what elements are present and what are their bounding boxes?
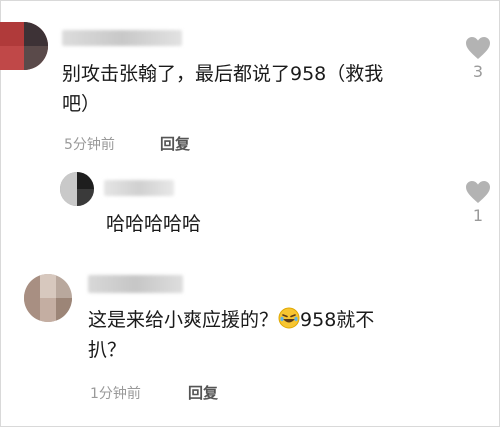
comment-line: 别攻击张翰了，最后都说了958（救我: [62, 63, 384, 85]
comment-line: 扒？: [88, 339, 127, 361]
heart-icon: [466, 181, 490, 203]
rolling-on-floor-laughing-emoji: [278, 307, 300, 329]
username-blurred[interactable]: [104, 180, 174, 196]
comment-text: 别攻击张翰了，最后都说了958（救我 吧）: [62, 59, 452, 119]
like-button[interactable]: 1: [458, 180, 498, 225]
avatar[interactable]: [0, 22, 48, 70]
comment-line: 哈哈哈哈哈: [106, 213, 202, 235]
avatar[interactable]: [60, 172, 94, 206]
username-blurred[interactable]: [88, 275, 183, 293]
heart-icon: [466, 37, 490, 59]
timestamp: 5分钟前: [64, 137, 115, 153]
like-button[interactable]: 3: [458, 36, 498, 81]
like-count: 1: [472, 206, 484, 225]
avatar[interactable]: [24, 274, 72, 322]
comment-line: 958就不: [300, 309, 375, 331]
like-count: 3: [472, 62, 484, 81]
comment-text: 哈哈哈哈哈: [106, 209, 201, 239]
username-blurred[interactable]: [62, 30, 182, 46]
comment-text: 这是来给小爽应援的？ 958就不 扒？: [88, 305, 458, 365]
timestamp: 1分钟前: [90, 386, 141, 402]
comment-line: 这是来给小爽应援的？: [88, 309, 279, 331]
comment-line: 吧）: [62, 93, 101, 115]
reply-button[interactable]: 回复: [160, 133, 190, 154]
reply-button[interactable]: 回复: [188, 382, 218, 403]
